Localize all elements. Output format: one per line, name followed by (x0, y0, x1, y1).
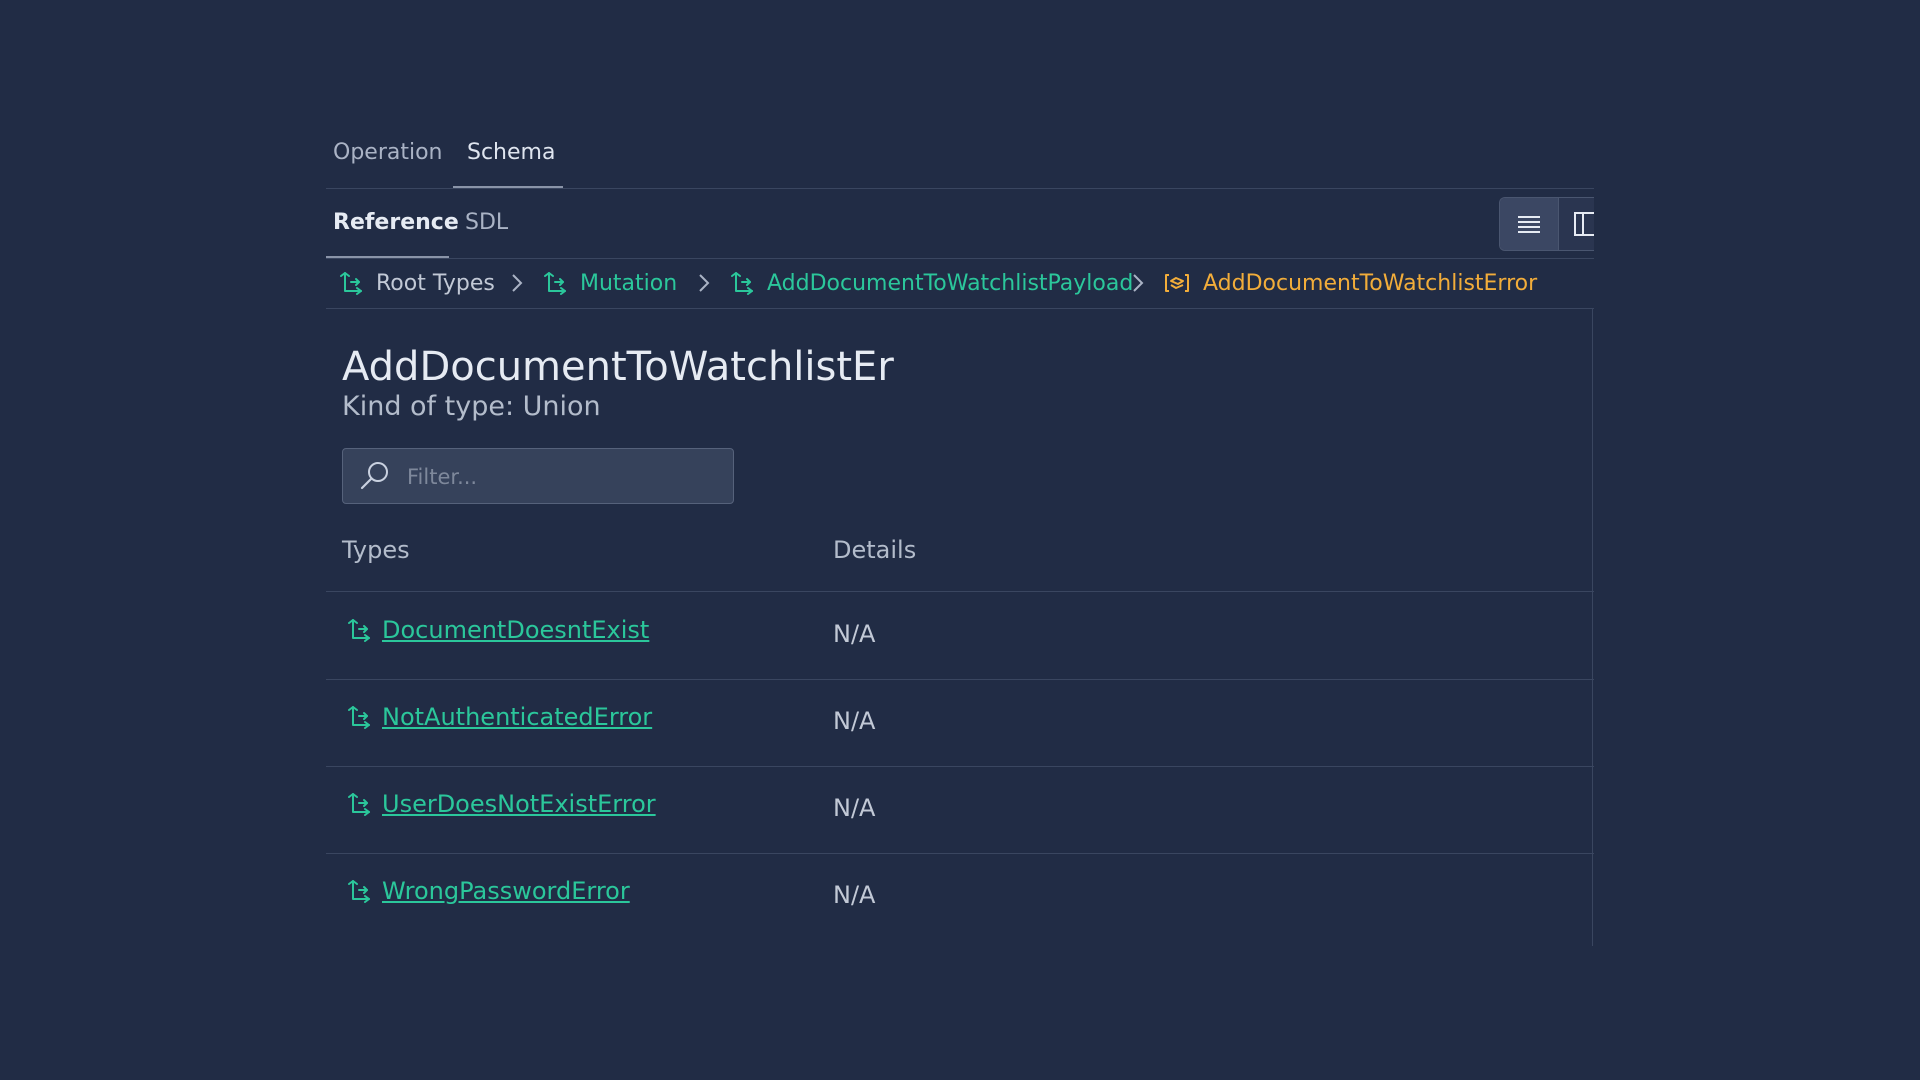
chevron-right-icon (512, 274, 523, 292)
table-row: NotAuthenticatedError N/A (326, 679, 1594, 767)
split-view-button[interactable] (1559, 198, 1594, 250)
details-column-header: Details (833, 536, 917, 564)
row-details: N/A (833, 707, 876, 735)
object-type-icon (348, 706, 370, 729)
tab-operation[interactable]: Operation (333, 140, 442, 165)
row-details: N/A (833, 881, 876, 909)
type-link-label: DocumentDoesntExist (382, 616, 650, 644)
type-link-label: UserDoesNotExistError (382, 790, 656, 818)
object-type-icon (340, 272, 362, 295)
table-row: WrongPasswordError N/A (326, 853, 1594, 940)
object-type-icon (348, 793, 370, 816)
union-type-icon (1165, 274, 1189, 292)
object-type-icon (348, 880, 370, 903)
row-details: N/A (833, 794, 876, 822)
type-link-wrong-password-error[interactable]: WrongPasswordError (346, 877, 630, 905)
breadcrumb-root-types[interactable]: Root Types (338, 258, 495, 308)
breadcrumb-mutation[interactable]: Mutation (542, 258, 677, 308)
table-row: DocumentDoesntExist N/A (326, 592, 1594, 680)
type-link-label: WrongPasswordError (382, 877, 630, 905)
type-link-document-doesnt-exist[interactable]: DocumentDoesntExist (346, 616, 649, 644)
object-type-icon (544, 272, 566, 295)
filter-input[interactable] (405, 449, 729, 505)
type-link-user-does-not-exist-error[interactable]: UserDoesNotExistError (346, 790, 656, 818)
split-view-icon (1574, 212, 1594, 236)
object-type-icon (348, 619, 370, 642)
breadcrumb-payload[interactable]: AddDocumentToWatchlistPayload (729, 258, 1133, 308)
chevron-right-icon (699, 274, 710, 292)
object-type-icon (731, 272, 753, 295)
type-link-label: NotAuthenticatedError (382, 703, 653, 731)
tab-reference[interactable]: Reference (333, 210, 459, 235)
sub-tabs: Reference SDL (326, 188, 1594, 259)
view-toggle (1499, 197, 1594, 251)
breadcrumb-label: AddDocumentToWatchlistError (1203, 270, 1538, 296)
chevron-right-icon (1133, 274, 1144, 292)
type-kind: Kind of type: Union (342, 391, 601, 422)
list-view-icon (1518, 216, 1540, 233)
filter-field[interactable] (342, 448, 734, 505)
table-row: UserDoesNotExistError N/A (326, 766, 1594, 854)
breadcrumb-current-union[interactable]: AddDocumentToWatchlistError (1163, 258, 1537, 308)
search-icon (360, 462, 388, 490)
top-tabs: Operation Schema (326, 126, 1594, 189)
breadcrumb-label: Mutation (580, 270, 678, 296)
list-view-button[interactable] (1500, 198, 1558, 250)
type-link-not-authenticated-error[interactable]: NotAuthenticatedError (346, 703, 652, 731)
breadcrumb-label: AddDocumentToWatchlistPayload (767, 270, 1134, 296)
tab-sdl[interactable]: SDL (465, 210, 508, 235)
schema-panel: Operation Schema Reference SDL Root Type… (326, 126, 1594, 946)
tab-schema[interactable]: Schema (467, 140, 555, 165)
row-details: N/A (833, 620, 876, 648)
breadcrumb-label: Root Types (376, 270, 495, 296)
type-name: AddDocumentToWatchlistEr (342, 344, 894, 390)
breadcrumb: Root Types Mutation AddDocumentToWatchli… (326, 258, 1594, 309)
types-column-header: Types (342, 536, 410, 564)
